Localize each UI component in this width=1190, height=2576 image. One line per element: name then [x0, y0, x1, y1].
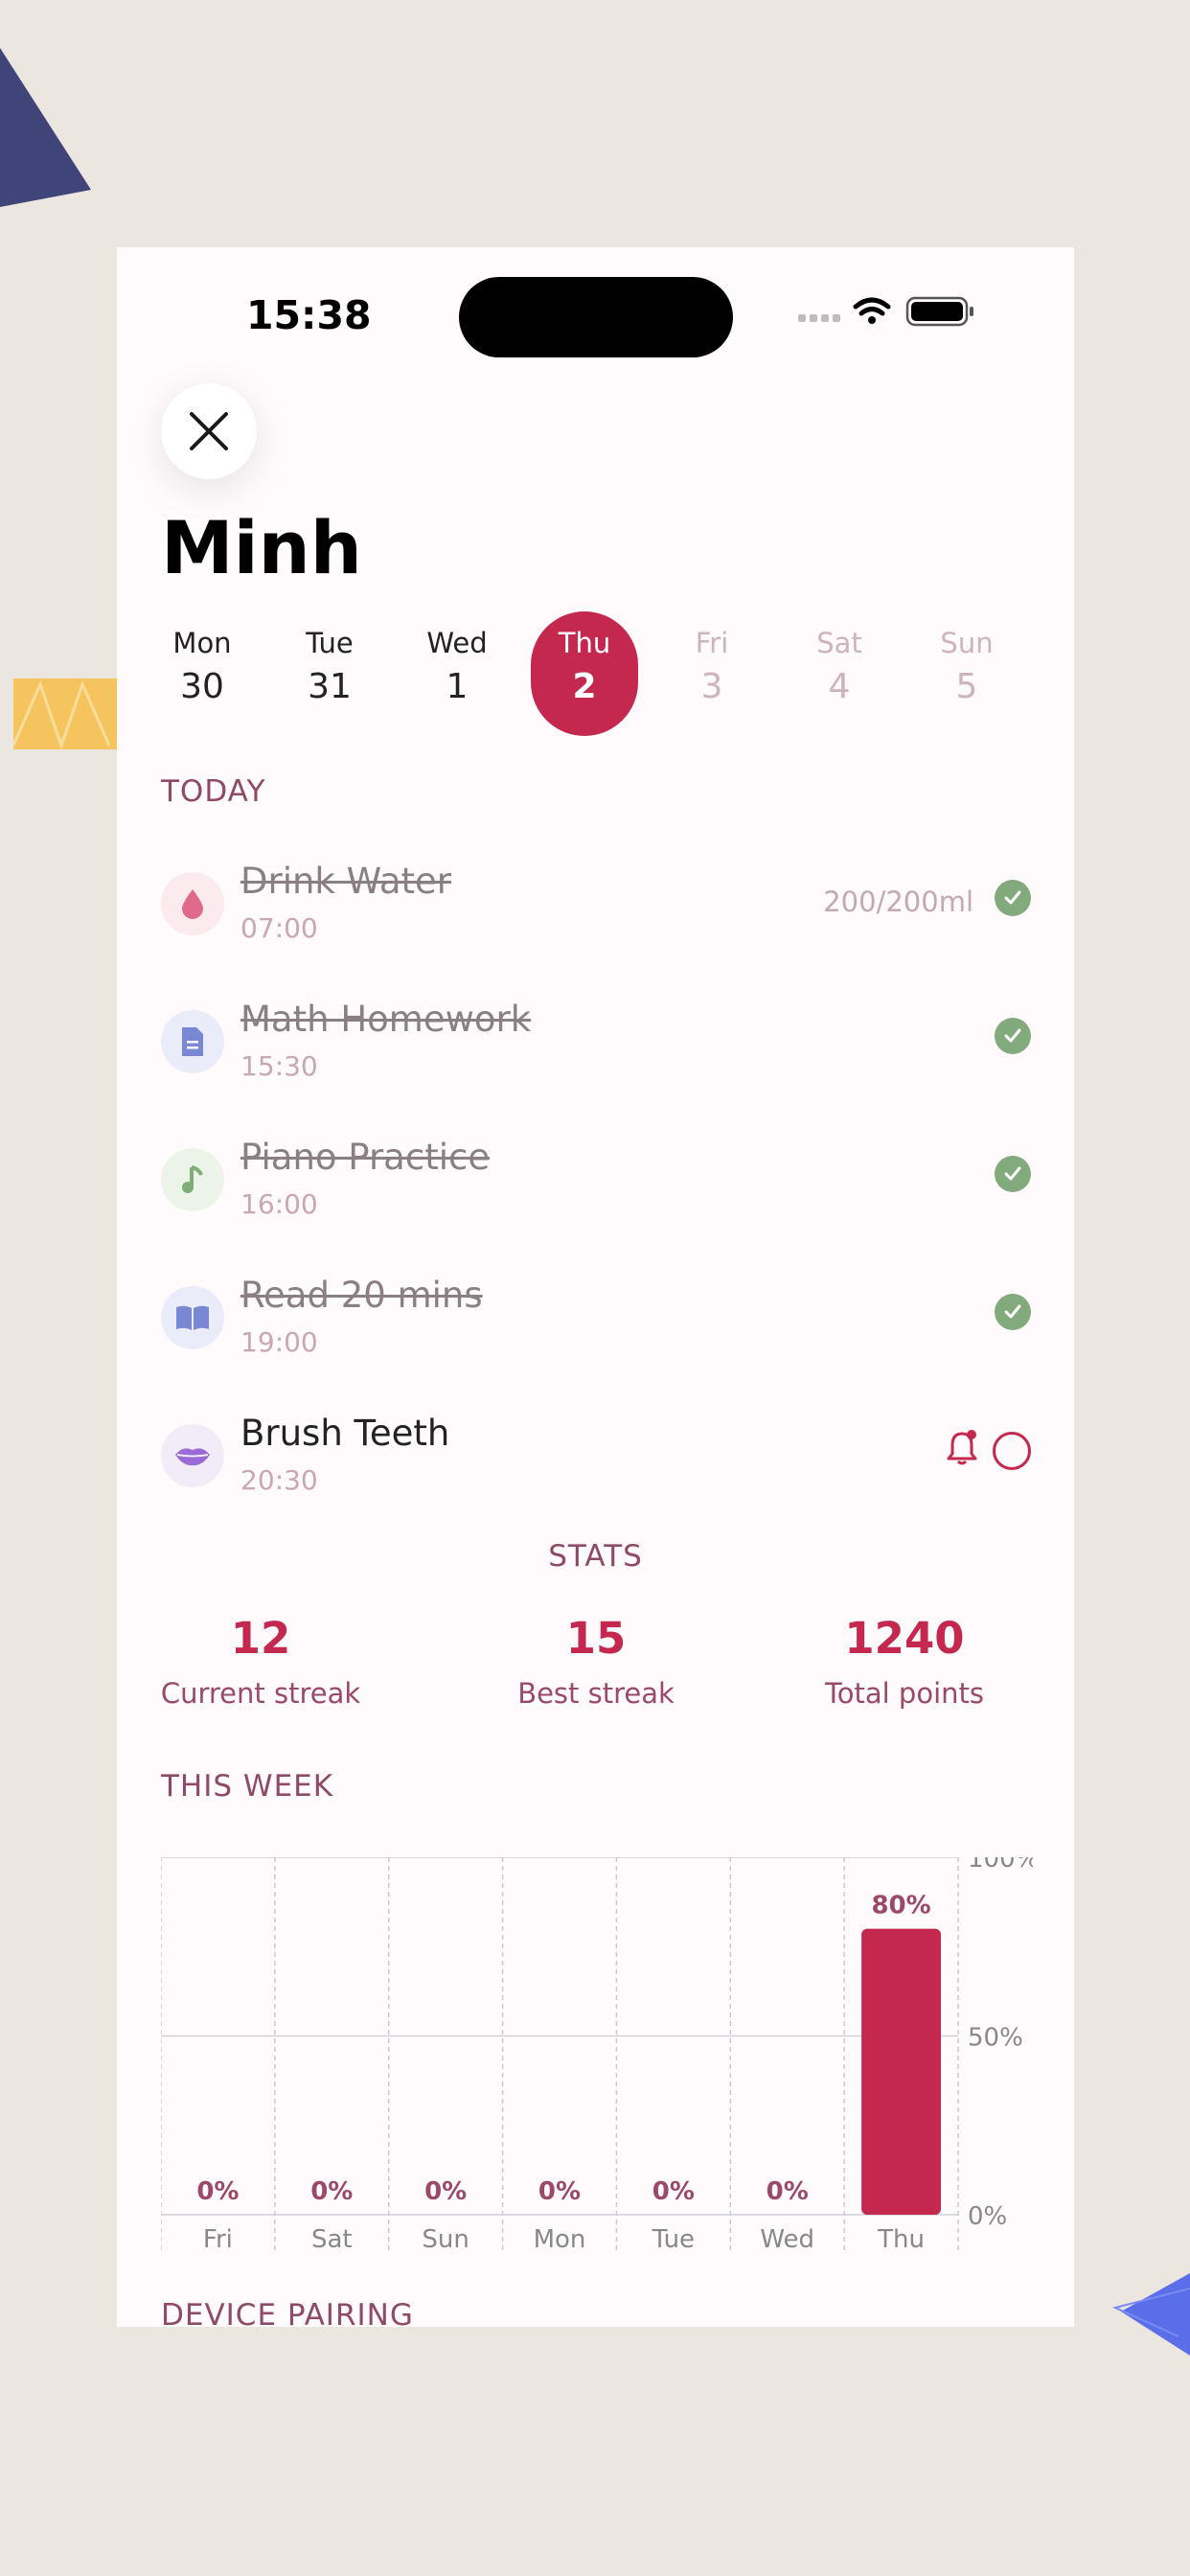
- chart-y-tick-label: 50%: [968, 2024, 1023, 2053]
- dynamic-island: [459, 277, 733, 357]
- day-sun[interactable]: Sun 5: [913, 611, 1020, 736]
- task-time: 20:30: [240, 1464, 318, 1496]
- task-time: 19:00: [240, 1326, 318, 1358]
- today-section-label: TODAY: [161, 774, 266, 809]
- task-name: Math Homework: [240, 999, 532, 1040]
- task-time: 15:30: [240, 1050, 318, 1082]
- day-date: 31: [308, 667, 352, 706]
- completed-check-icon[interactable]: [995, 1018, 1031, 1054]
- chart-value-label: 0%: [196, 2177, 239, 2206]
- completed-check-icon[interactable]: [995, 1156, 1031, 1192]
- day-date: 30: [180, 667, 224, 706]
- day-sat[interactable]: Sat 4: [786, 611, 893, 736]
- day-mon[interactable]: Mon 30: [149, 611, 256, 736]
- decor-zigzag-yellow: [13, 678, 117, 750]
- day-name: Fri: [695, 627, 729, 659]
- close-button[interactable]: [161, 383, 257, 479]
- chart-value-label: 0%: [652, 2177, 695, 2206]
- decor-shape-blue: [1112, 2273, 1190, 2356]
- decor-triangle-navy: [0, 48, 91, 207]
- chart-x-tick-label: Tue: [652, 2225, 695, 2254]
- day-name: Wed: [426, 627, 488, 659]
- task-name: Drink Water: [240, 861, 451, 902]
- close-icon: [190, 412, 228, 450]
- day-name: Sat: [816, 627, 862, 659]
- status-icons: [798, 296, 973, 327]
- chart-x-tick-label: Thu: [877, 2225, 925, 2254]
- task-name: Brush Teeth: [240, 1413, 450, 1454]
- document-icon: [161, 1010, 224, 1073]
- chart-x-tick-label: Sat: [311, 2225, 353, 2254]
- stat-value: 15: [565, 1613, 627, 1664]
- water-drop-icon: [161, 872, 224, 935]
- stat-current-streak: 12 Current streak: [117, 1613, 404, 1710]
- stat-total-points: 1240 Total points: [761, 1613, 1048, 1710]
- status-time: 15:38: [246, 292, 372, 338]
- completed-check-icon[interactable]: [995, 1294, 1031, 1330]
- task-row[interactable]: Drink Water 07:00 200/200ml: [161, 861, 1031, 966]
- chart-x-tick-label: Fri: [203, 2225, 233, 2254]
- stat-label: Total points: [824, 1677, 984, 1710]
- incomplete-circle[interactable]: [993, 1432, 1031, 1470]
- child-name-title: Minh: [161, 505, 362, 590]
- stat-value: 1240: [844, 1613, 965, 1664]
- chart-x-tick-label: Mon: [534, 2225, 586, 2254]
- chart-x-tick-label: Wed: [760, 2225, 814, 2254]
- task-time: 07:00: [240, 912, 318, 944]
- this-week-section-label: THIS WEEK: [161, 1769, 334, 1804]
- chart-value-label: 0%: [538, 2177, 581, 2206]
- day-date: 2: [572, 667, 597, 706]
- day-date: 4: [828, 667, 851, 706]
- chart-y-tick-label: 0%: [968, 2202, 1007, 2231]
- day-name: Mon: [172, 627, 232, 659]
- day-name: Tue: [306, 627, 354, 659]
- day-name: Thu: [558, 627, 611, 659]
- task-row[interactable]: Math Homework 15:30: [161, 999, 1031, 1104]
- day-thu-selected[interactable]: Thu 2: [531, 611, 638, 736]
- stat-value: 12: [230, 1613, 291, 1664]
- day-date: 3: [700, 667, 723, 706]
- task-amount: 200/200ml: [823, 886, 973, 918]
- task-name: Piano Practice: [240, 1137, 491, 1178]
- task-row[interactable]: Read 20 mins 19:00: [161, 1275, 1031, 1380]
- stat-label: Current streak: [160, 1677, 361, 1710]
- bell-alert-icon[interactable]: [945, 1428, 979, 1466]
- chart-value-label: 80%: [871, 1892, 930, 1920]
- day-name: Sun: [940, 627, 994, 659]
- stats-section-label: STATS: [548, 1539, 643, 1574]
- chart-bar: [861, 1928, 941, 2215]
- day-fri[interactable]: Fri 3: [658, 611, 766, 736]
- open-book-icon: [161, 1286, 224, 1349]
- chart-value-label: 0%: [767, 2177, 809, 2206]
- chart-value-label: 0%: [424, 2177, 467, 2206]
- task-time: 16:00: [240, 1188, 318, 1220]
- lips-icon: [161, 1424, 224, 1487]
- day-date: 5: [955, 667, 978, 706]
- chart-value-label: 0%: [310, 2177, 353, 2206]
- day-date: 1: [446, 667, 469, 706]
- completed-check-icon[interactable]: [995, 880, 1031, 916]
- day-wed[interactable]: Wed 1: [403, 611, 511, 736]
- stat-best-streak: 15 Best streak: [452, 1613, 740, 1710]
- task-name: Read 20 mins: [240, 1275, 483, 1316]
- battery-icon: [905, 296, 973, 327]
- chart-x-tick-label: Sun: [422, 2225, 469, 2254]
- weekly-completion-chart: 100% 50% 0% 0% Fri 0% Sat 0% Sun 0% Mon 0% Tue 0% Wed 8…: [161, 1857, 1033, 2254]
- stat-label: Best streak: [517, 1677, 675, 1710]
- phone-screen: 15:38 Minh Mon 30 Tue 31 Wed 1 Thu 2 Fri…: [117, 247, 1074, 2327]
- music-note-icon: [161, 1148, 224, 1211]
- wifi-icon: [853, 297, 891, 316]
- day-tue[interactable]: Tue 31: [276, 611, 383, 736]
- task-row[interactable]: Piano Practice 16:00: [161, 1137, 1031, 1242]
- device-pairing-section-label: DEVICE PAIRING: [161, 2298, 414, 2327]
- chart-y-tick-label: 100%: [968, 1857, 1033, 1874]
- task-row[interactable]: Brush Teeth 20:30: [161, 1413, 1031, 1518]
- cellular-signal-icon: [798, 314, 840, 322]
- day-selector: Mon 30 Tue 31 Wed 1 Thu 2 Fri 3 Sat 4 Su…: [149, 611, 1041, 736]
